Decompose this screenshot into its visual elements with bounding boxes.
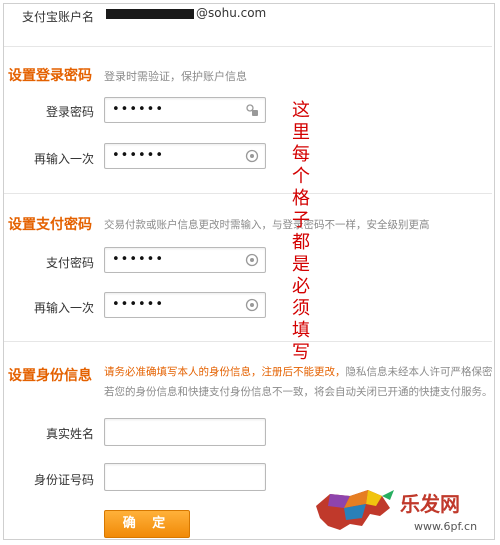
pay-password-hint: 交易付款或账户信息更改时需输入，与登录密码不一样，安全级别更高 bbox=[104, 219, 430, 231]
watermark: 乐发网 www.6pf.cn bbox=[306, 482, 496, 540]
watermark-brand: 乐发网 bbox=[400, 492, 460, 516]
account-label: 支付宝账户名 bbox=[21, 10, 94, 24]
login-password-confirm-value: •••••• bbox=[112, 148, 165, 163]
divider bbox=[4, 46, 492, 47]
account-value: @sohu.com bbox=[106, 6, 266, 20]
divider bbox=[4, 193, 492, 194]
login-password-hint: 登录时需验证，保护账户信息 bbox=[104, 70, 247, 83]
pay-password-confirm-label: 再输入一次 bbox=[33, 301, 94, 315]
real-name-label: 真实姓名 bbox=[45, 427, 94, 441]
login-password-label: 登录密码 bbox=[45, 105, 94, 119]
security-icon[interactable] bbox=[245, 149, 259, 163]
confirm-button[interactable]: 确 定 bbox=[104, 510, 190, 538]
divider bbox=[4, 341, 492, 342]
security-icon[interactable] bbox=[245, 298, 259, 312]
identity-hint: 请务必准确填写本人的身份信息，注册后不能更改，隐私信息未经本人许可严格保密 若您… bbox=[104, 362, 496, 402]
login-password-title: 设置登录密码 bbox=[8, 68, 92, 84]
id-number-label: 身份证号码 bbox=[33, 473, 94, 487]
pay-password-confirm-input[interactable]: •••••• bbox=[104, 292, 266, 318]
login-password-input[interactable]: •••••• bbox=[104, 97, 266, 123]
keyboard-icon[interactable] bbox=[245, 103, 259, 117]
identity-hint-privacy: 隐私信息未经本人许可严格保密 bbox=[345, 366, 493, 378]
identity-title: 设置身份信息 bbox=[8, 368, 92, 384]
login-password-confirm-input[interactable]: •••••• bbox=[104, 143, 266, 169]
pay-password-title: 设置支付密码 bbox=[8, 217, 92, 233]
id-number-input[interactable] bbox=[104, 463, 266, 491]
pay-password-input[interactable]: •••••• bbox=[104, 247, 266, 273]
pay-password-label: 支付密码 bbox=[45, 256, 94, 270]
identity-hint-quickpay: 若您的身份信息和快捷支付身份信息不一致，将会自动关闭已开通的快捷支付服务。 bbox=[104, 386, 493, 398]
identity-hint-warning: 请务必准确填写本人的身份信息，注册后不能更改， bbox=[104, 366, 346, 378]
redacted-account-block bbox=[106, 8, 194, 19]
required-fields-annotation: 这里每个格子都是必须填写 bbox=[292, 100, 310, 363]
real-name-input[interactable] bbox=[104, 418, 266, 446]
pay-password-value: •••••• bbox=[112, 252, 165, 267]
login-password-value: •••••• bbox=[112, 102, 165, 117]
watermark-url: www.6pf.cn bbox=[414, 520, 478, 533]
bull-logo-icon bbox=[316, 490, 394, 530]
pay-password-confirm-value: •••••• bbox=[112, 297, 165, 312]
account-domain: @sohu.com bbox=[196, 6, 267, 20]
login-password-confirm-label: 再输入一次 bbox=[33, 152, 94, 166]
security-icon[interactable] bbox=[245, 253, 259, 267]
